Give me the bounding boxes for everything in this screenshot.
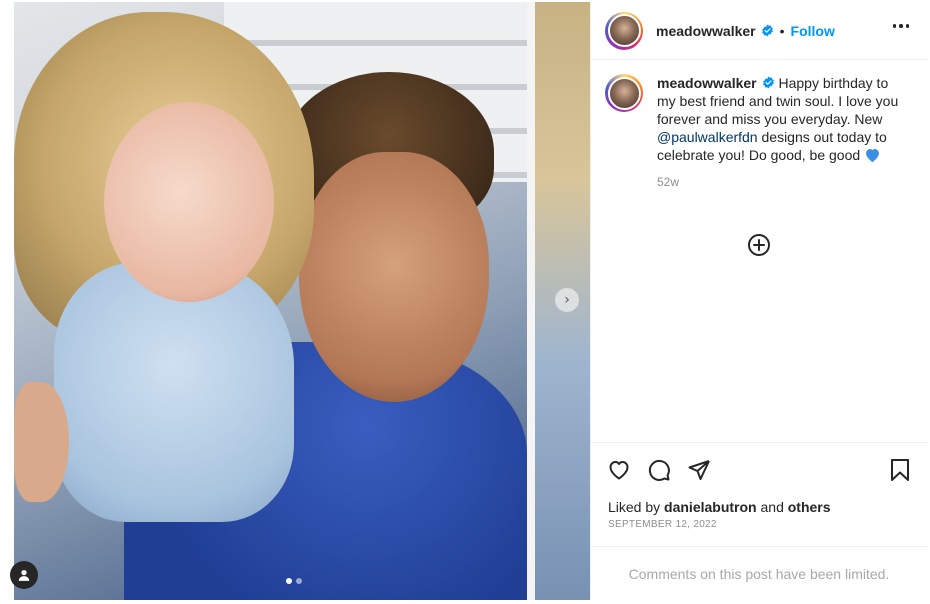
carousel-indicator [286, 578, 302, 584]
others-link[interactable]: others [788, 499, 831, 515]
comments-limited-notice: Comments on this post have been limited. [591, 546, 927, 600]
caption-timestamp[interactable]: 52w [657, 175, 915, 189]
heart-icon[interactable] [607, 458, 631, 487]
header-username[interactable]: meadowwalker [656, 23, 756, 39]
post-media-carousel[interactable] [14, 2, 590, 600]
comment-icon[interactable] [647, 458, 671, 487]
caption-mention-link[interactable]: @paulwalkerfdn [657, 129, 758, 145]
separator-dot: • [779, 22, 785, 39]
caption-username[interactable]: meadowwalker [657, 75, 757, 91]
follow-button[interactable]: Follow [791, 23, 835, 39]
avatar[interactable] [605, 11, 643, 50]
user-icon[interactable] [10, 561, 38, 589]
post-details-panel: meadowwalker • Follow meadowwalker Happy… [590, 2, 927, 600]
post-actions-section: Liked by danielabutron and others SEPTEM… [591, 442, 927, 546]
carousel-dot [296, 578, 302, 584]
liker-username[interactable]: danielabutron [664, 499, 757, 515]
chevron-right-icon[interactable]: › [555, 288, 579, 312]
share-icon[interactable] [687, 458, 711, 487]
more-options-icon[interactable] [892, 24, 909, 28]
post-header: meadowwalker • Follow [591, 2, 927, 60]
caption: meadowwalker Happy birthday to my best f… [605, 74, 915, 189]
instagram-post-modal: › meadowwalker • Follow meadowwalker Hap… [0, 0, 930, 604]
post-photo [14, 2, 527, 600]
likes-summary: Liked by danielabutron and others [608, 499, 831, 515]
caption-text: meadowwalker Happy birthday to my best f… [657, 74, 905, 167]
caption-avatar[interactable] [605, 74, 643, 112]
bookmark-icon[interactable] [889, 458, 911, 487]
blue-heart-emoji [864, 147, 881, 167]
verified-badge-icon [761, 24, 774, 37]
carousel-dot-active [286, 578, 292, 584]
plus-circle-icon[interactable] [747, 233, 771, 257]
verified-badge-icon [762, 76, 775, 89]
post-date[interactable]: SEPTEMBER 12, 2022 [608, 519, 717, 530]
